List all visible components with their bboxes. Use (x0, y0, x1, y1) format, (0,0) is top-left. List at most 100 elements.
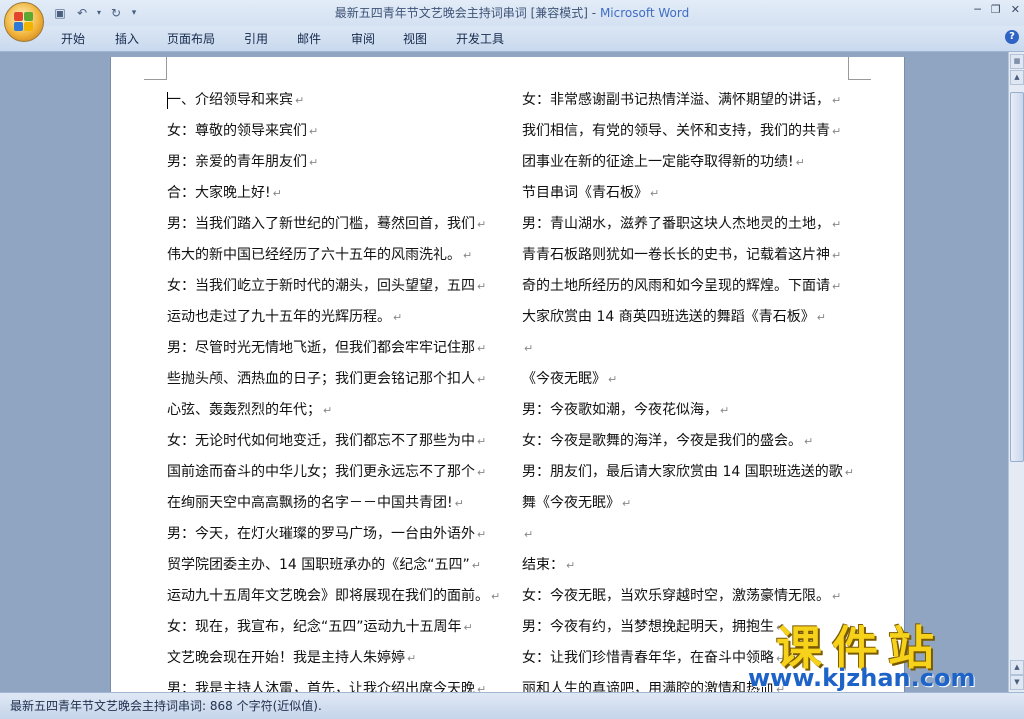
window-title: 最新五四青年节文艺晚会主持词串词 [兼容模式] - Microsoft Word (0, 0, 1024, 26)
left-line: 男：今天，在灯火璀璨的罗马广场，一台由外语外 ↵ (167, 519, 503, 550)
paragraph-mark-icon: ↵ (524, 342, 534, 355)
left-line: 一、介绍领导和来宾 ↵ (167, 85, 503, 116)
paragraph-mark-icon: ↵ (323, 404, 333, 417)
document-page[interactable]: 一、介绍领导和来宾 ↵ 女：尊敬的领导来宾们 ↵ 男：亲爱的青年朋友们 ↵ 合：大家晚上好!… (110, 57, 905, 697)
right-line: 男：今夜歌如潮，今夜花似海， ↵ (522, 395, 862, 426)
line-text: 国前途而奋斗的中华儿女；我们更永远忘不了那个 (167, 464, 475, 480)
right-line: 节目串词《青石板》 ↵ (522, 178, 862, 209)
paragraph-mark-icon: ↵ (477, 466, 487, 479)
line-text: 女：今夜是歌舞的海洋，今夜是我们的盛会。 (522, 433, 802, 449)
line-text: 在绚丽天空中高高飘扬的名字－－中国共青团! (167, 495, 453, 511)
app-name: Microsoft Word (599, 6, 690, 20)
right-line: ↵ (522, 519, 862, 550)
line-text: 合：大家晚上好! (167, 185, 271, 201)
paragraph-mark-icon: ↵ (463, 621, 473, 634)
line-text: 运动也走过了九十五年的光辉历程。 (167, 309, 391, 325)
paragraph-mark-icon: ↵ (454, 497, 464, 510)
paragraph-mark-icon: ↵ (832, 94, 842, 107)
ribbon-tabs: 开始 插入 页面布局 引用 邮件 审阅 视图 开发工具 (0, 26, 1024, 52)
tab-insert[interactable]: 插入 (115, 30, 139, 47)
line-text: 女：尊敬的领导来宾们 (167, 123, 307, 139)
line-text: 青青石板路则犹如一卷长长的史书，记载着这片神 (522, 247, 830, 263)
paragraph-mark-icon: ↵ (393, 311, 403, 324)
line-text: 女：当我们屹立于新时代的潮头，回头望望，五四 (167, 278, 475, 294)
line-text: 结束： (522, 557, 564, 573)
line-text: 男：青山湖水，滋养了番职这块人杰地灵的土地， (522, 216, 830, 232)
tab-home[interactable]: 开始 (61, 30, 85, 47)
line-text: 男：朋友们，最后请大家欣赏由 14 国职班选送的歌 (522, 464, 843, 480)
paragraph-mark-icon: ↵ (471, 559, 481, 572)
document-title: 最新五四青年节文艺晚会主持词串词 [兼容模式] (334, 6, 588, 20)
left-line: 合：大家晚上好! ↵ (167, 178, 503, 209)
crop-mark-top-left (144, 57, 167, 80)
right-line: 团事业在新的征途上一定能夺取得新的功绩! ↵ (522, 147, 862, 178)
left-line: 男：亲爱的青年朋友们 ↵ (167, 147, 503, 178)
line-text: 女：今夜无眠，当欢乐穿越时空，激荡豪情无限。 (522, 588, 830, 604)
paragraph-mark-icon: ↵ (832, 280, 842, 293)
paragraph-mark-icon: ↵ (720, 404, 730, 417)
vertical-scrollbar[interactable]: ▦ ▲ ▲ ▼ (1008, 52, 1024, 692)
watermark-logo: 课件站 www.kjzhan.com (742, 612, 1024, 692)
status-text: 最新五四青年节文艺晚会主持词串词: 868 个字符(近似值). (10, 699, 322, 713)
line-text: 我们相信，有党的领导、关怀和支持，我们的共青 (522, 123, 830, 139)
paragraph-mark-icon: ↵ (804, 435, 814, 448)
restore-icon[interactable]: ❐ (991, 3, 1001, 16)
right-text-column: 女：非常感谢副书记热情洋溢、满怀期望的讲话， ↵ 我们相信，有党的领导、关怀和支持，… (522, 85, 862, 697)
help-icon[interactable]: ? (1005, 30, 1019, 44)
paragraph-mark-icon: ↵ (832, 249, 842, 262)
paragraph-mark-icon: ↵ (309, 125, 319, 138)
paragraph-mark-icon: ↵ (608, 373, 618, 386)
line-text: 节目串词《青石板》 (522, 185, 648, 201)
close-icon[interactable]: ✕ (1011, 3, 1020, 16)
left-line: 伟大的新中国已经经历了六十五年的风雨洗礼。 ↵ (167, 240, 503, 271)
right-line: 女：非常感谢副书记热情洋溢、满怀期望的讲话， ↵ (522, 85, 862, 116)
right-line: 男：青山湖水，滋养了番职这块人杰地灵的土地， ↵ (522, 209, 862, 240)
left-line: 运动九十五周年文艺晚会》即将展现在我们的面前。 ↵ (167, 581, 503, 612)
window-controls: ─ ❐ ✕ (974, 3, 1020, 16)
paragraph-mark-icon: ↵ (309, 156, 319, 169)
office-logo-icon (14, 12, 34, 32)
line-text: 团事业在新的征途上一定能夺取得新的功绩! (522, 154, 794, 170)
tab-view[interactable]: 视图 (403, 30, 427, 47)
paragraph-mark-icon: ↵ (477, 342, 487, 355)
line-text: 男：今夜有约，当梦想挽起明天，拥抱生 (522, 619, 774, 635)
paragraph-mark-icon: ↵ (844, 466, 854, 479)
line-text: 贸学院团委主办、14 国职班承办的《纪念“五四” (167, 557, 470, 573)
tab-developer[interactable]: 开发工具 (456, 30, 504, 47)
paragraph-mark-icon: ↵ (524, 528, 534, 541)
paragraph-mark-icon: ↵ (463, 249, 473, 262)
tab-page-layout[interactable]: 页面布局 (167, 30, 215, 47)
ruler-toggle-icon[interactable]: ▦ (1010, 54, 1024, 69)
paragraph-mark-icon: ↵ (832, 218, 842, 231)
line-text: 男：尽管时光无情地飞逝，但我们都会牢牢记住那 (167, 340, 475, 356)
line-text: 男：当我们踏入了新世纪的门槛，蓦然回首，我们 (167, 216, 475, 232)
paragraph-mark-icon: ↵ (477, 280, 487, 293)
tab-mailings[interactable]: 邮件 (297, 30, 321, 47)
line-text: 女：无论时代如何地变迁，我们都忘不了那些为中 (167, 433, 475, 449)
left-line: 女：尊敬的领导来宾们 ↵ (167, 116, 503, 147)
line-text: 男：亲爱的青年朋友们 (167, 154, 307, 170)
left-line: 男：尽管时光无情地飞逝，但我们都会牢牢记住那 ↵ (167, 333, 503, 364)
paragraph-mark-icon: ↵ (477, 528, 487, 541)
right-line: 结束： ↵ (522, 550, 862, 581)
paragraph-mark-icon: ↵ (566, 559, 576, 572)
paragraph-mark-icon: ↵ (477, 373, 487, 386)
line-text: 运动九十五周年文艺晚会》即将展现在我们的面前。 (167, 588, 489, 604)
scroll-thumb[interactable] (1010, 92, 1024, 462)
paragraph-mark-icon: ↵ (491, 590, 501, 603)
line-text: 心弦、轰轰烈烈的年代； (167, 402, 321, 418)
title-separator: - (587, 6, 600, 20)
left-line: 在绚丽天空中高高飘扬的名字－－中国共青团! ↵ (167, 488, 503, 519)
right-line: ↵ (522, 333, 862, 364)
paragraph-mark-icon: ↵ (650, 187, 660, 200)
left-line: 心弦、轰轰烈烈的年代； ↵ (167, 395, 503, 426)
tab-review[interactable]: 审阅 (351, 30, 375, 47)
office-button[interactable] (4, 2, 44, 42)
left-line: 女：现在，我宣布，纪念“五四”运动九十五周年 ↵ (167, 612, 503, 643)
scroll-up-icon[interactable]: ▲ (1010, 70, 1024, 85)
title-bar: ▣ ↶ ▾ ↻ ▾ 最新五四青年节文艺晚会主持词串词 [兼容模式] - Micr… (0, 0, 1024, 26)
paragraph-mark-icon: ↵ (816, 311, 826, 324)
tab-references[interactable]: 引用 (244, 30, 268, 47)
minimize-icon[interactable]: ─ (974, 3, 981, 16)
paragraph-mark-icon: ↵ (477, 218, 487, 231)
